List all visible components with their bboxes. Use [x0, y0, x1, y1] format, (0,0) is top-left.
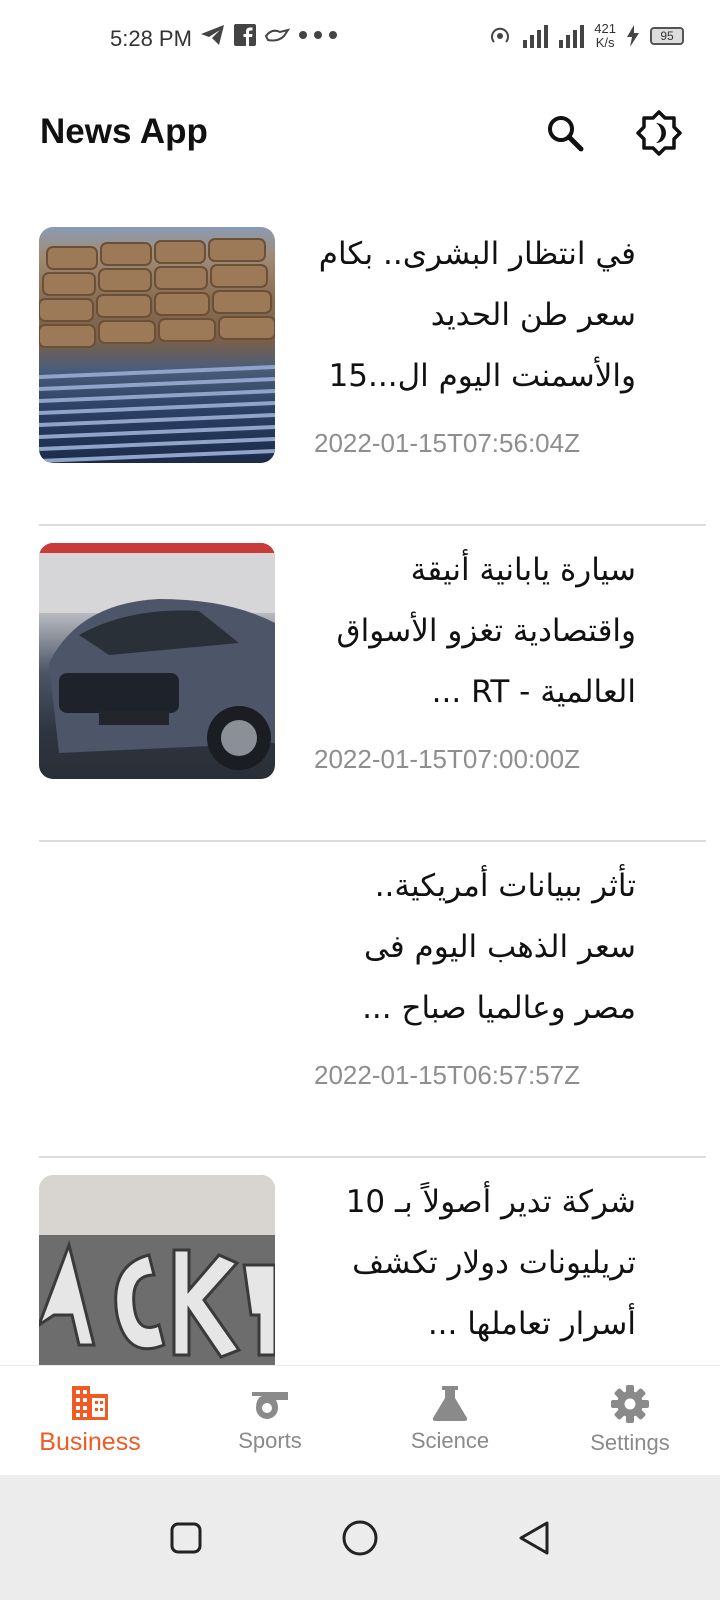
status-bar: 5:28 PM 421 K/s 95	[0, 0, 720, 78]
gear-icon	[611, 1385, 649, 1423]
article-item[interactable]: في انتظار البشرى.. بكام سعر طن الحديد وا…	[0, 210, 720, 526]
nav-label-business: Business	[39, 1428, 141, 1456]
article-thumbnail	[39, 227, 275, 463]
nav-label-settings: Settings	[590, 1430, 670, 1455]
article-thumbnail	[39, 543, 275, 779]
whistle-icon	[252, 1392, 288, 1419]
notification-icons	[200, 24, 338, 46]
brightness-icon	[636, 110, 682, 156]
nav-item-science[interactable]: Science	[360, 1366, 540, 1475]
app-bar: News App	[0, 96, 720, 176]
system-status-icons: 421 K/s 95	[488, 22, 684, 50]
article-title: تأثر ببيانات أمريكية.. سعر الذهب اليوم ف…	[362, 868, 636, 1026]
signal-icon-1	[523, 25, 549, 48]
nav-label-sports: Sports	[238, 1428, 302, 1453]
article-thumbnail	[39, 1175, 275, 1365]
network-speed-unit: K/s	[595, 35, 615, 50]
network-speed: 421 K/s	[594, 22, 616, 50]
article-date: 2022-01-15T06:57:57Z	[314, 1060, 580, 1090]
article-title: سيارة يابانية أنيقة واقتصادية تغزو الأسو…	[336, 552, 636, 710]
article-list[interactable]: في انتظار البشرى.. بكام سعر طن الحديد وا…	[0, 210, 720, 1365]
app-title: News App	[40, 112, 208, 151]
back-button[interactable]	[512, 1516, 556, 1560]
battery-indicator: 95	[650, 27, 684, 45]
business-icon	[72, 1386, 108, 1420]
article-item[interactable]: تأثر ببيانات أمريكية.. سعر الذهب اليوم ف…	[0, 842, 720, 1158]
article-date: 2022-01-15T07:00:00Z	[314, 744, 580, 774]
nav-item-sports[interactable]: Sports	[180, 1366, 360, 1475]
circle-icon	[342, 1520, 378, 1555]
more-dots-icon	[299, 31, 337, 39]
nav-label-science: Science	[410, 1428, 490, 1453]
theme-toggle-button[interactable]	[634, 108, 684, 158]
signal-icon-2	[559, 25, 585, 48]
article-item[interactable]: سيارة يابانية أنيقة واقتصادية تغزو الأسو…	[0, 526, 720, 842]
network-speed-value: 421	[594, 21, 616, 36]
home-button[interactable]	[338, 1516, 382, 1560]
article-item[interactable]: شركة تدير أصولاً بـ 10 تريليونات دولار ت…	[0, 1158, 720, 1365]
article-date: 2022-01-15T07:56:04Z	[314, 428, 580, 458]
facebook-icon	[234, 24, 256, 46]
article-title: شركة تدير أصولاً بـ 10 تريليونات دولار ت…	[345, 1184, 636, 1342]
charging-icon	[627, 25, 639, 47]
recents-button[interactable]	[164, 1516, 208, 1560]
status-time: 5:28 PM	[110, 26, 192, 51]
nav-item-settings[interactable]: Settings	[540, 1366, 720, 1475]
back-triangle-icon	[519, 1521, 549, 1554]
system-navigation-bar	[0, 1475, 720, 1600]
app-notification-icon	[264, 28, 290, 42]
bottom-navigation: Business Sports Science Settings	[0, 1365, 720, 1475]
search-icon	[548, 116, 584, 152]
flask-icon	[432, 1386, 468, 1421]
hotspot-icon	[491, 27, 510, 43]
article-title: في انتظار البشرى.. بكام سعر طن الحديد وا…	[318, 236, 636, 394]
telegram-icon	[201, 25, 224, 45]
square-icon	[170, 1522, 202, 1553]
nav-item-business[interactable]: Business	[0, 1366, 180, 1475]
search-button[interactable]	[540, 108, 590, 158]
